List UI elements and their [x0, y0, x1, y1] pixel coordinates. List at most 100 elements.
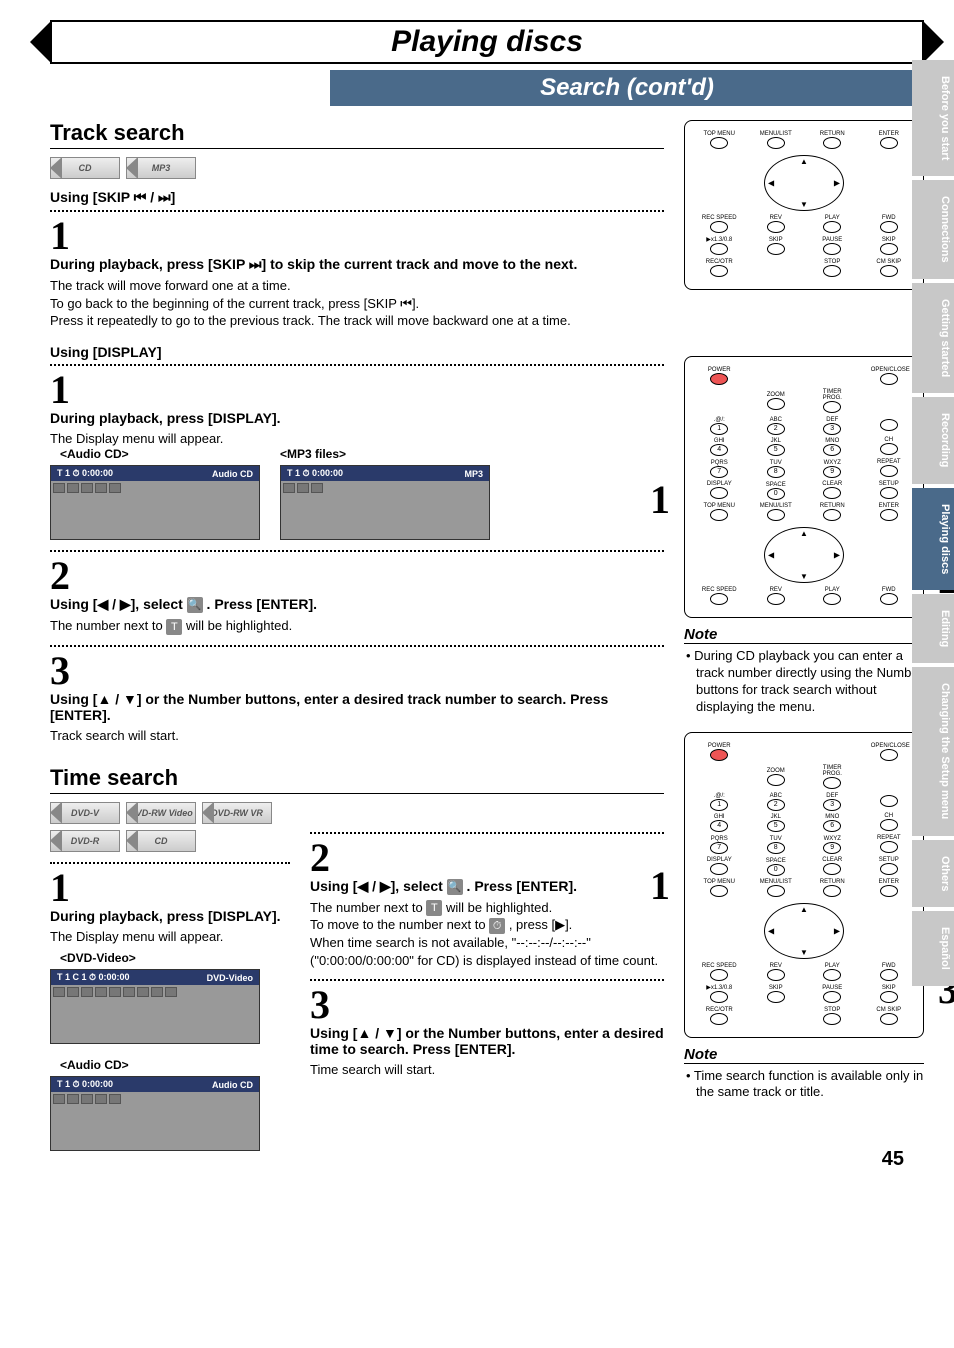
btn-label: DISPLAY — [701, 857, 737, 863]
osd-audio-cd: T 1 ⏱ 0:00:00 Audio CD — [50, 465, 260, 540]
step-bold: Using [▲ / ▼] or the Number buttons, ent… — [310, 1025, 664, 1057]
step-number: 3 — [310, 985, 664, 1025]
osd-header-left: T 1 C 1 ⏱ 0:00:00 — [57, 972, 130, 983]
num-btn: 6 — [823, 444, 841, 456]
btn-label: REV — [758, 963, 794, 969]
side-column: TOP MENU MENU/LIST RETURN ENTER ▲▼◀▶ REC… — [684, 120, 924, 1161]
step-body: The track will move forward one at a tim… — [50, 277, 664, 330]
num-btn: 7 — [710, 842, 728, 854]
btn-label: REC SPEED — [701, 963, 737, 969]
btn-label: WXYZ — [814, 836, 850, 842]
osd-header-right: Audio CD — [212, 469, 253, 479]
btn-label: POWER — [701, 743, 737, 749]
media-tag-dvdv: DVD-V — [50, 802, 120, 824]
btn-label: SKIP — [758, 985, 794, 991]
text-fragment: The number next to — [310, 900, 426, 915]
btn-label: ▶x1.3/0.8 — [701, 985, 737, 991]
clock-icon: ⏱ — [489, 918, 505, 934]
btn-label: TOP MENU — [701, 879, 737, 885]
using-display-label: Using [DISPLAY] — [50, 344, 664, 360]
tab-changing-setup[interactable]: Changing the Setup menu — [912, 667, 954, 835]
tab-recording[interactable]: Recording — [912, 397, 954, 483]
osd-header-left: T 1 ⏱ 0:00:00 — [57, 468, 113, 479]
tab-espanol[interactable]: Español — [912, 911, 954, 986]
using-skip-label: Using [SKIP ⏮ / ⏭] — [50, 189, 664, 206]
track-search-media: CD MP3 — [50, 157, 664, 179]
num-btn: 0 — [767, 488, 785, 500]
note-title: Note — [684, 1046, 924, 1064]
btn-label: DEF — [814, 793, 850, 799]
btn-label: PQRS — [701, 836, 737, 842]
tab-playing-discs[interactable]: Playing discs — [912, 488, 954, 590]
num-btn: 8 — [767, 842, 785, 854]
search-icon: 🔍 — [447, 879, 463, 895]
btn-label: OPEN/CLOSE — [871, 743, 907, 749]
step-body: Track search will start. — [50, 727, 664, 745]
num-btn: 4 — [710, 444, 728, 456]
note-body: • During CD playback you can enter a tra… — [684, 648, 924, 716]
t-icon: T — [426, 900, 442, 916]
text-fragment: will be highlighted. — [182, 618, 292, 633]
osd-mp3: T 1 ⏱ 0:00:00 MP3 — [280, 465, 490, 540]
note-2: Note • Time search function is available… — [684, 1046, 924, 1102]
btn-label: REPEAT — [871, 835, 907, 841]
btn-label: ZOOM — [758, 768, 794, 774]
osd-header-left: T 1 ⏱ 0:00:00 — [287, 468, 343, 479]
btn-label: REC/OTR — [701, 1007, 737, 1013]
num-btn: 5 — [767, 820, 785, 832]
text-fragment: Using [◀ / ▶], select — [50, 596, 187, 612]
track-skip-step-1: 1 During playback, press [SKIP ⏭] to ski… — [50, 210, 664, 330]
osd-header-left: T 1 ⏱ 0:00:00 — [57, 1079, 113, 1090]
btn-label: SKIP — [871, 985, 907, 991]
btn-label: .@/: — [701, 793, 737, 799]
tab-connections[interactable]: Connections — [912, 180, 954, 279]
step-bold: During playback, press [SKIP ⏭] to skip … — [50, 256, 664, 273]
btn-label: CH — [871, 813, 907, 819]
num-btn: 2 — [767, 799, 785, 811]
track-search-heading: Track search — [50, 120, 664, 149]
tab-before-you-start[interactable]: Before you start — [912, 60, 954, 176]
btn-label: SPACE — [758, 858, 794, 864]
dpad: ▲▼◀▶ — [764, 903, 844, 959]
step-bold: During playback, press [DISPLAY]. — [50, 908, 290, 924]
num-btn: 0 — [767, 864, 785, 876]
callout-1: 1 — [650, 476, 670, 523]
num-btn: 1 — [710, 423, 728, 435]
num-btn: 3 — [823, 799, 841, 811]
osd-audio-cd-2: T 1 ⏱ 0:00:00 Audio CD — [50, 1076, 260, 1151]
num-btn: 7 — [710, 466, 728, 478]
btn-label: PAUSE — [814, 985, 850, 991]
osd-mp3-label: <MP3 files> — [280, 447, 490, 461]
tab-getting-started[interactable]: Getting started — [912, 283, 954, 393]
btn-label: RETURN — [814, 879, 850, 885]
search-icon: 🔍 — [187, 597, 203, 613]
track-display-step-1: 1 During playback, press [DISPLAY]. The … — [50, 364, 664, 541]
btn-label: PLAY — [814, 963, 850, 969]
num-btn: 2 — [767, 423, 785, 435]
osd-audio-label: <Audio CD> — [60, 447, 260, 461]
btn-label: GHI — [701, 814, 737, 820]
btn-label: CLEAR — [814, 857, 850, 863]
track-display-step-3: 3 Using [▲ / ▼] or the Number buttons, e… — [50, 645, 664, 745]
page-subtitle: Search (cont'd) — [330, 70, 924, 106]
num-btn: 5 — [767, 444, 785, 456]
tab-editing[interactable]: Editing — [912, 594, 954, 663]
media-tag-dvdrw-video: DVD-RW Video — [126, 802, 196, 824]
btn-label: FWD — [871, 963, 907, 969]
osd-header-right: MP3 — [464, 469, 483, 479]
step-number: 2 — [50, 556, 664, 596]
num-btn: 6 — [823, 820, 841, 832]
time-step-1: 1 During playback, press [DISPLAY]. The … — [50, 862, 290, 1152]
step-bold: Using [◀ / ▶], select 🔍 . Press [ENTER]. — [310, 878, 664, 895]
num-btn: 9 — [823, 466, 841, 478]
tab-others[interactable]: Others — [912, 840, 954, 907]
step-number: 1 — [50, 216, 664, 256]
btn-label: TIMER PROG. — [814, 765, 850, 777]
section-tabs: Before you start Connections Getting sta… — [912, 60, 954, 986]
media-tag-cd: CD — [126, 830, 196, 852]
step-bold: Using [▲ / ▼] or the Number buttons, ent… — [50, 691, 664, 723]
dpad: ▲▼◀▶ — [764, 527, 844, 583]
time-step-3: 3 Using [▲ / ▼] or the Number buttons, e… — [310, 979, 664, 1079]
callout-1: 1 — [650, 862, 670, 909]
media-tag-cd: CD — [50, 157, 120, 179]
